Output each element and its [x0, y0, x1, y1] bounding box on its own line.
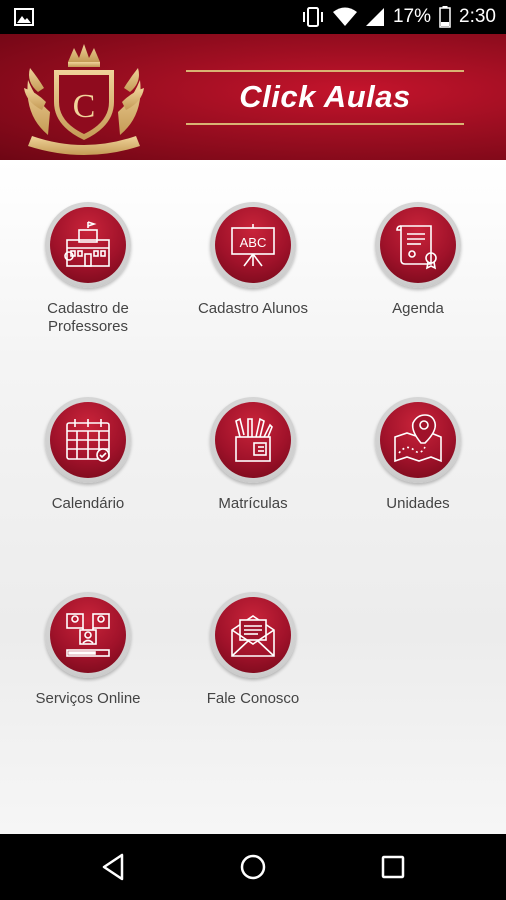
menu-item-label: Cadastro de Professores [47, 300, 129, 335]
menu-item-calendario[interactable]: Calendário [13, 397, 163, 513]
certificate-scroll-icon [396, 225, 437, 270]
online-users-icon [66, 613, 110, 657]
menu-item-label: Unidades [386, 495, 450, 512]
vibrate-icon [302, 7, 323, 27]
title-divider-top [186, 70, 464, 72]
app-title: Click Aulas [239, 79, 411, 114]
status-bar: 17% 2:30 [0, 0, 506, 34]
envelope-icon [231, 615, 275, 657]
menu-item-fale-conosco[interactable]: Fale Conosco [178, 592, 328, 708]
battery-icon [439, 6, 451, 28]
menu-item-cadastro-professores[interactable]: Cadastro de Professores [13, 202, 163, 336]
menu-item-label: Calendário [51, 495, 125, 512]
menu-item-matriculas[interactable]: Matrículas [178, 397, 328, 513]
menu-item-servicos-online[interactable]: Serviços Online [13, 592, 163, 708]
menu-item-cadastro-alunos[interactable]: ABC Cadastro Alunos [178, 202, 328, 318]
title-divider-bottom [186, 123, 464, 125]
menu-item-label: Serviços Online [35, 690, 141, 707]
gallery-icon [14, 8, 34, 26]
menu-grid: Cadastro de Professores ABC Cadastro Alu… [0, 160, 506, 834]
map-pin-icon [394, 414, 442, 463]
menu-item-label: Cadastro Alunos [197, 300, 309, 317]
blackboard-abc-icon: ABC [231, 224, 275, 267]
menu-item-label: Agenda [392, 300, 444, 317]
crest-letter: C [73, 88, 96, 125]
crest-logo: C [24, 44, 144, 155]
back-icon[interactable] [96, 850, 130, 884]
menu-item-agenda[interactable]: Agenda [343, 202, 493, 318]
navigation-bar [0, 834, 506, 900]
recents-icon[interactable] [376, 850, 410, 884]
wifi-icon [332, 7, 357, 26]
menu-item-label: Matrículas [218, 495, 288, 512]
svg-text:ABC: ABC [240, 235, 267, 250]
battery-percent: 17% [392, 6, 432, 27]
home-icon[interactable] [236, 850, 270, 884]
clock: 2:30 [459, 6, 496, 27]
calendar-icon [66, 419, 110, 462]
signal-icon [365, 8, 384, 26]
school-building-icon [64, 221, 110, 267]
menu-item-label: Fale Conosco [206, 690, 300, 707]
menu-item-unidades[interactable]: Unidades [343, 397, 493, 513]
pencil-cup-icon [235, 417, 273, 462]
app-header: C Click Aulas [0, 34, 506, 160]
